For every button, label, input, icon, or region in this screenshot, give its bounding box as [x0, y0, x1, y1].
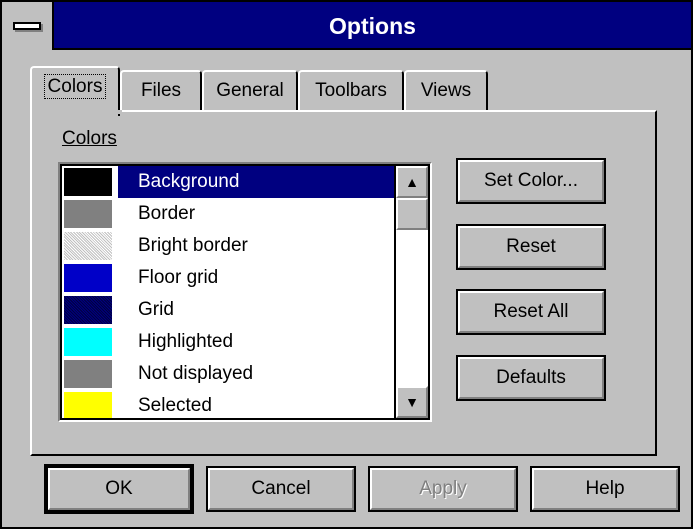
set-color-button[interactable]: Set Color...: [456, 158, 606, 204]
color-swatch: [64, 296, 112, 324]
list-item-label: Background: [138, 171, 240, 192]
list-item-label: Border: [138, 203, 196, 224]
list-item-label: Not displayed: [138, 363, 254, 384]
defaults-button[interactable]: Defaults: [456, 355, 606, 401]
scroll-down-button[interactable]: ▼: [396, 386, 428, 418]
list-item[interactable]: Bright border: [62, 230, 394, 262]
system-menu-button[interactable]: [2, 2, 54, 50]
list-item-label: Selected: [138, 395, 212, 416]
reset-all-button[interactable]: Reset All: [456, 289, 606, 335]
list-item[interactable]: Border: [62, 198, 394, 230]
colors-group-label: Colors: [62, 128, 117, 149]
list-item[interactable]: Highlighted: [62, 326, 394, 358]
tab-views[interactable]: Views: [404, 70, 488, 112]
color-swatch: [64, 328, 112, 356]
tab-colors[interactable]: Colors: [30, 66, 120, 116]
window-title: Options: [329, 13, 416, 39]
tab-files[interactable]: Files: [120, 70, 202, 112]
tab-general[interactable]: General: [202, 70, 298, 112]
cancel-button[interactable]: Cancel: [206, 466, 356, 512]
list-item-label: Grid: [138, 299, 174, 320]
color-swatch: [64, 392, 112, 418]
color-swatch: [64, 264, 112, 292]
list-item-label: Floor grid: [138, 267, 219, 288]
reset-button[interactable]: Reset: [456, 224, 606, 270]
list-item-label: Bright border: [138, 235, 248, 256]
up-arrow-icon: ▲: [405, 174, 419, 190]
vertical-scrollbar[interactable]: ▲ ▼: [394, 164, 430, 420]
list-item[interactable]: Not displayed: [62, 358, 394, 390]
apply-button[interactable]: Apply: [368, 466, 518, 512]
system-menu-icon: [13, 22, 41, 30]
list-item[interactable]: Selected: [62, 390, 394, 418]
scroll-thumb[interactable]: [396, 198, 428, 230]
colors-listbox[interactable]: Background Border Bright border Floor grid G…: [58, 162, 432, 422]
color-swatch: [64, 168, 112, 196]
tab-toolbars[interactable]: Toolbars: [298, 70, 404, 112]
down-arrow-icon: ▼: [405, 394, 419, 410]
list-item[interactable]: Background: [62, 166, 394, 198]
color-swatch: [64, 360, 112, 388]
color-swatch: [64, 232, 112, 260]
scroll-up-button[interactable]: ▲: [396, 166, 428, 198]
ok-button[interactable]: OK: [44, 464, 194, 514]
color-swatch: [64, 200, 112, 228]
list-item[interactable]: Floor grid: [62, 262, 394, 294]
help-button[interactable]: Help: [530, 466, 680, 512]
list-item-label: Highlighted: [138, 331, 234, 352]
list-item[interactable]: Grid: [62, 294, 394, 326]
